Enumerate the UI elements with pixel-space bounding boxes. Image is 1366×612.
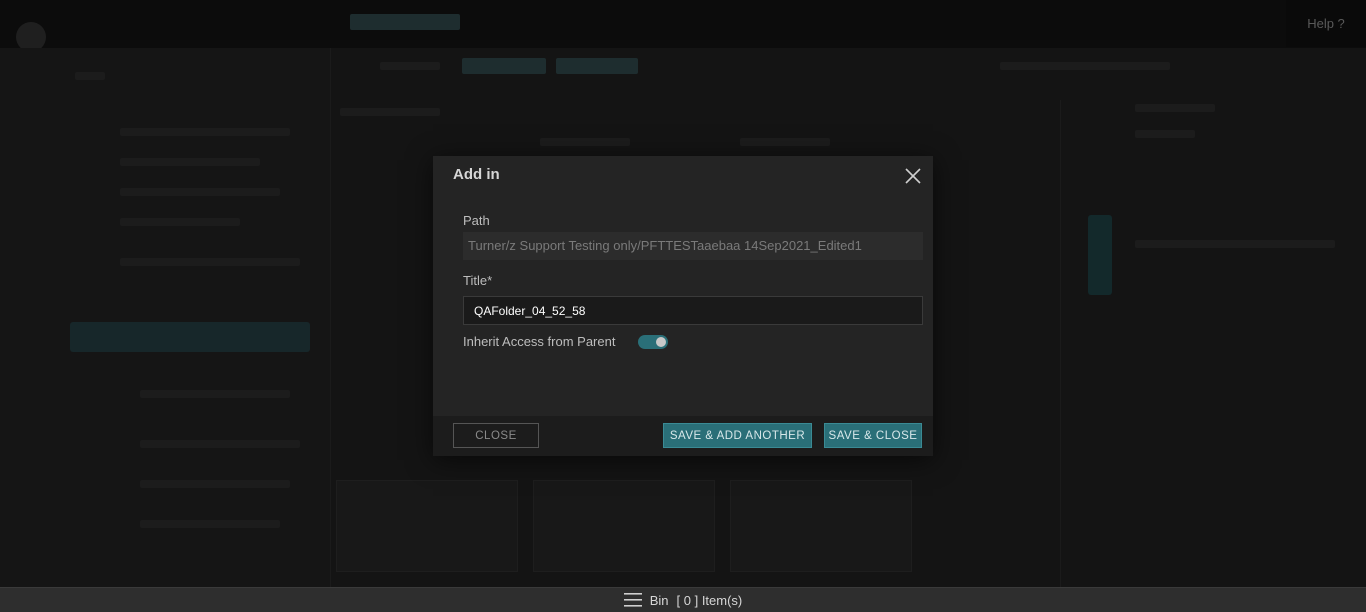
nav-tab	[350, 14, 460, 30]
path-label: Path	[463, 213, 490, 228]
panel-accent-bar	[1088, 215, 1112, 295]
inherit-access-label: Inherit Access from Parent	[463, 334, 616, 349]
panel-line	[1135, 240, 1335, 248]
bin-bar[interactable]: Bin [ 0 ] Item(s)	[0, 587, 1366, 612]
content-line	[740, 138, 830, 146]
save-and-add-another-button[interactable]: SAVE & ADD ANOTHER	[663, 423, 812, 448]
sidebar-line	[120, 128, 290, 136]
hamburger-menu-icon[interactable]	[623, 592, 642, 608]
help-label: Help ?	[1307, 16, 1345, 31]
content-line	[340, 108, 440, 116]
inherit-access-toggle[interactable]	[638, 335, 668, 349]
toolbar-line	[1000, 62, 1170, 70]
sidebar-line	[140, 440, 300, 448]
bin-label: Bin	[649, 592, 669, 608]
content-line	[540, 138, 630, 146]
title-label: Title*	[463, 273, 493, 288]
sidebar-line	[120, 218, 240, 226]
help-button[interactable]: Help ?	[1286, 0, 1366, 47]
toolbar-tab	[556, 58, 638, 74]
right-panel	[1060, 100, 1366, 587]
top-bar	[0, 0, 1366, 48]
dialog-title: Add in	[453, 166, 500, 183]
close-button[interactable]: CLOSE	[453, 423, 539, 448]
panel-line	[1135, 130, 1195, 138]
title-input[interactable]	[463, 296, 923, 325]
toggle-knob	[656, 337, 666, 347]
add-folder-dialog: Add in Path Turner/z Support Testing onl…	[433, 156, 933, 456]
sidebar-line	[75, 72, 105, 80]
sidebar-line	[120, 188, 280, 196]
content-card	[730, 480, 912, 572]
sidebar-line	[140, 520, 280, 528]
sidebar-line	[120, 158, 260, 166]
panel-line	[1135, 104, 1215, 112]
content-card	[533, 480, 715, 572]
save-and-close-button[interactable]: SAVE & CLOSE	[824, 423, 922, 448]
sidebar-line	[140, 390, 290, 398]
sidebar-line	[140, 480, 290, 488]
close-icon[interactable]	[903, 166, 923, 186]
toolbar-line	[380, 62, 440, 70]
dialog-footer: CLOSE SAVE & ADD ANOTHER SAVE & CLOSE	[433, 416, 933, 456]
content-card	[336, 480, 518, 572]
path-field: Turner/z Support Testing only/PFTTESTaae…	[463, 232, 923, 260]
bin-bar-content: Bin [ 0 ] Item(s)	[623, 592, 743, 608]
sidebar-selected-item	[70, 322, 310, 352]
bin-item-count: [ 0 ] Item(s)	[676, 592, 743, 608]
sidebar-line	[120, 258, 300, 266]
toolbar-tab	[462, 58, 546, 74]
